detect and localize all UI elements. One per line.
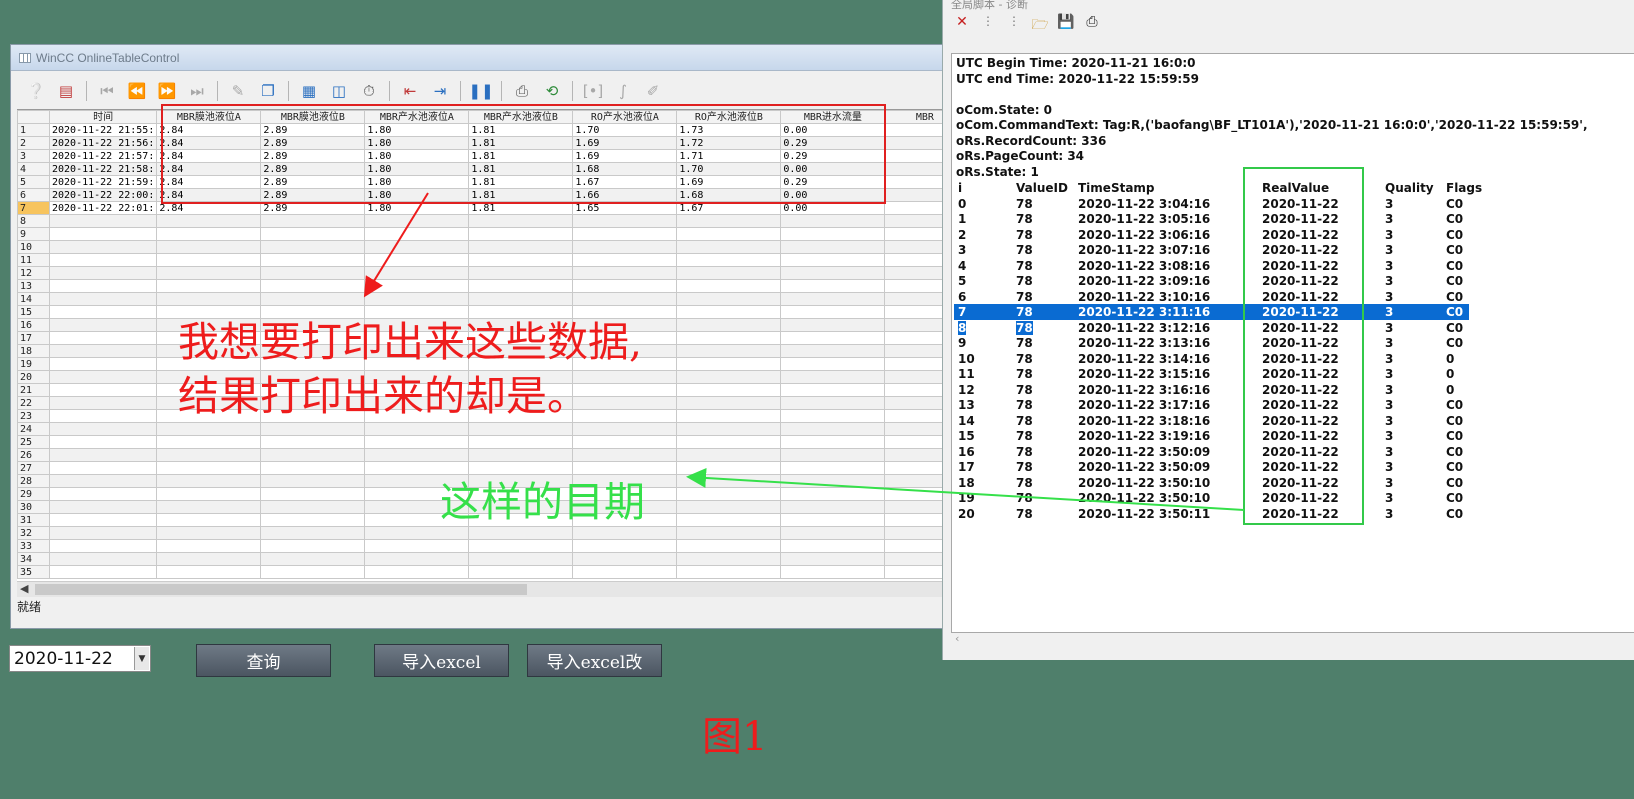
green-arrow: [686, 467, 1245, 511]
red-annotation-line2: 结果打印出来的却是。: [178, 372, 588, 420]
red-annotation-line1: 我想要打印出来这些数据,: [178, 318, 643, 366]
figure-label: 图1: [702, 714, 768, 760]
red-arrow: [363, 192, 429, 298]
red-annotation: 我想要打印出来这些数据, 结果打印出来的却是。: [178, 315, 642, 423]
green-annotation: 这样的目期: [440, 478, 645, 526]
